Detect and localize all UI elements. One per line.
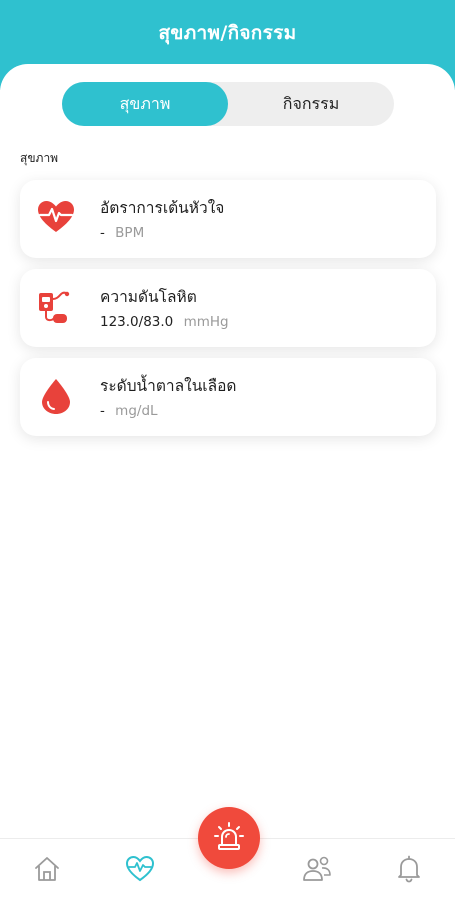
users-icon: [303, 856, 331, 881]
nav-family[interactable]: [301, 853, 333, 885]
card-title: ระดับน้ำตาลในเลือด: [100, 377, 237, 395]
nav-home[interactable]: [31, 853, 63, 885]
tab-activity[interactable]: กิจกรรม: [228, 82, 394, 126]
card-value: 123.0/83.0: [100, 314, 174, 330]
tab-health[interactable]: สุขภาพ: [62, 82, 228, 126]
card-unit: BPM: [115, 225, 145, 241]
heart-rate-icon: [36, 198, 76, 238]
card-title: อัตราการเต้นหัวใจ: [100, 199, 225, 217]
blood-sugar-card[interactable]: ระดับน้ำตาลในเลือด - mg/dL: [20, 358, 436, 436]
card-reading: 123.0/83.0 mmHg: [100, 314, 229, 330]
page-title: สุขภาพ/กิจกรรม: [158, 22, 297, 44]
card-reading: - BPM: [100, 225, 144, 241]
blood-pressure-icon: [36, 287, 76, 327]
nav-health[interactable]: [124, 853, 156, 885]
card-reading: - mg/dL: [100, 403, 158, 419]
siren-icon: [214, 822, 244, 850]
emergency-button[interactable]: [198, 807, 260, 869]
bell-icon: [398, 855, 420, 883]
card-value: -: [100, 225, 105, 241]
card-unit: mg/dL: [115, 403, 158, 419]
segmented-control: สุขภาพ กิจกรรม: [62, 82, 394, 126]
blood-pressure-card[interactable]: ความดันโลหิต 123.0/83.0 mmHg: [20, 269, 436, 347]
heart-pulse-icon: [125, 855, 155, 882]
home-icon: [35, 857, 59, 881]
section-label: สุขภาพ: [20, 151, 59, 165]
nav-notifications[interactable]: [393, 853, 425, 885]
card-title: ความดันโลหิต: [100, 288, 197, 306]
heart-rate-card[interactable]: อัตราการเต้นหัวใจ - BPM: [20, 180, 436, 258]
card-unit: mmHg: [183, 314, 229, 330]
blood-drop-icon: [36, 376, 76, 416]
card-value: -: [100, 403, 105, 419]
